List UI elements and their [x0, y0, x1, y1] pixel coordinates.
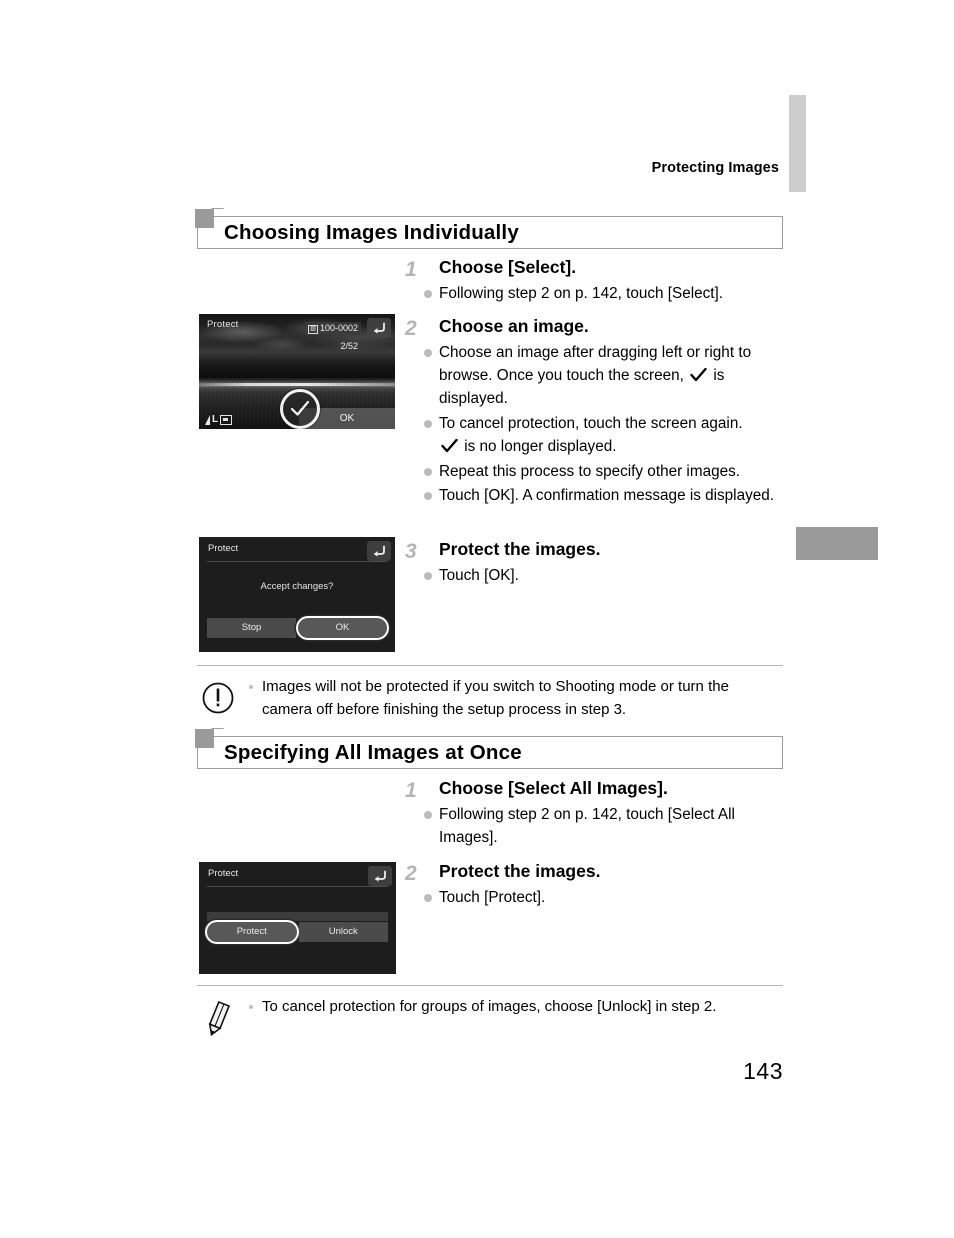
page-number: 143: [743, 1058, 783, 1084]
bullet-item: Touch [OK]. A confirmation message is di…: [405, 484, 785, 507]
dialog-divider: [207, 561, 387, 562]
step-title: Choose [Select All Images].: [439, 778, 668, 798]
step-title: Choose [Select].: [439, 257, 577, 277]
dialog-message: Accept changes?: [260, 581, 334, 592]
image-quality-icons: L: [205, 414, 233, 425]
file-number: 100-0002: [319, 323, 358, 333]
bullet-text-post: is no longer displayed.: [464, 438, 617, 456]
bullet-text-pre: To cancel protection, touch the screen a…: [439, 414, 743, 432]
screen-mode-label: Protect: [208, 868, 239, 879]
step-bullet-list: Following step 2 on p. 142, touch [Selec…: [405, 282, 785, 305]
step-bullet-list: Choose an image after dragging left or r…: [405, 341, 785, 508]
ok-button[interactable]: OK: [298, 618, 387, 638]
unlock-button[interactable]: Unlock: [298, 922, 388, 942]
bullet-item: Touch [Protect].: [405, 886, 785, 909]
file-info-block: ▥ 100-0002 2/52: [305, 318, 361, 354]
return-arrow-glyph: [374, 322, 385, 334]
section-title: Specifying All Images at Once: [224, 741, 522, 764]
image-count: 2/52: [337, 340, 361, 352]
return-arrow-glyph: [375, 870, 386, 882]
step-bullet-list: Following step 2 on p. 142, touch [Selec…: [405, 803, 785, 850]
return-arrow-icon[interactable]: [368, 866, 392, 886]
camera-screen-image-select: Protect ▥ 100-0002 2/52 L OK: [199, 314, 395, 429]
aspect-ratio-icon: [220, 415, 233, 425]
compression-icon: [205, 415, 210, 425]
step-block-1-2: 2 Choose an image. Choose an image after…: [405, 315, 785, 508]
file-number-row: ▥ 100-0002: [305, 322, 361, 335]
pencil-note-icon: [200, 1000, 236, 1037]
step-title: Protect the images.: [439, 539, 601, 559]
step-number: 1: [405, 779, 417, 802]
step-number: 2: [405, 862, 417, 885]
chapter-tab-marker-current: [796, 527, 878, 560]
step-block-1-3: 3 Protect the images. Touch [OK].: [405, 538, 785, 588]
screen-mode-label: Protect: [207, 319, 239, 330]
section-heading-choosing-images-individually: Choosing Images Individually: [195, 208, 783, 249]
dialog-top-strip: [207, 912, 388, 921]
bullet-item: Following step 2 on p. 142, touch [Selec…: [405, 282, 785, 305]
checkmark-icon: [690, 368, 707, 382]
bullet-item: Choose an image after dragging left or r…: [405, 341, 785, 411]
section-title: Choosing Images Individually: [224, 221, 519, 244]
screen-mode-label: Protect: [208, 543, 239, 554]
bullet-item: To cancel protection, touch the screen a…: [405, 412, 785, 459]
step-number: 2: [405, 317, 417, 340]
tip-note: To cancel protection for groups of image…: [197, 985, 783, 1037]
step-number: 3: [405, 540, 417, 563]
bullet-item: Repeat this process to specify other ima…: [405, 460, 785, 483]
photo-horizon-line: [199, 383, 395, 386]
dialog-divider: [207, 886, 388, 887]
bullet-item: Touch [OK].: [405, 564, 785, 587]
note-body: To cancel protection for groups of image…: [247, 996, 783, 1019]
step-block-1-1: 1 Choose [Select]. Following step 2 on p…: [405, 256, 785, 306]
checkmark-glyph: [290, 400, 310, 416]
checkmark-icon[interactable]: [280, 389, 320, 429]
warning-exclamation-icon: [200, 680, 236, 716]
return-arrow-icon[interactable]: [367, 318, 391, 338]
protect-button[interactable]: Protect: [207, 922, 297, 942]
step-number: 1: [405, 258, 417, 281]
bullet-item: Following step 2 on p. 142, touch [Selec…: [405, 803, 785, 850]
step-title: Choose an image.: [439, 316, 589, 336]
note-body: Images will not be protected if you swit…: [247, 676, 783, 721]
note-text: Images will not be protected if you swit…: [247, 676, 783, 721]
step-title: Protect the images.: [439, 861, 601, 881]
camera-screen-confirm-dialog: Protect Accept changes? Stop OK: [199, 537, 395, 652]
return-arrow-glyph: [374, 545, 385, 557]
warning-note: Images will not be protected if you swit…: [197, 665, 783, 721]
memory-card-icon: ▥: [308, 325, 318, 334]
dialog-button-row: Stop OK: [207, 618, 387, 638]
step-bullet-list: Touch [Protect].: [405, 886, 785, 909]
section-heading-specifying-all-images-at-once: Specifying All Images at Once: [195, 728, 783, 769]
running-header: Protecting Images: [651, 160, 779, 176]
stop-button[interactable]: Stop: [207, 618, 296, 638]
note-text: To cancel protection for groups of image…: [247, 996, 783, 1019]
dialog-button-row: Protect Unlock: [207, 922, 388, 942]
return-arrow-icon[interactable]: [367, 541, 391, 561]
step-block-2-2: 2 Protect the images. Touch [Protect].: [405, 860, 785, 910]
step-bullet-list: Touch [OK].: [405, 564, 785, 587]
camera-screen-protect-all: Protect Protect Unlock: [199, 862, 396, 974]
checkmark-icon: [441, 439, 458, 453]
chapter-tab-marker-top: [789, 95, 806, 192]
step-block-2-1: 1 Choose [Select All Images]. Following …: [405, 777, 785, 850]
image-size-label: L: [212, 414, 219, 425]
